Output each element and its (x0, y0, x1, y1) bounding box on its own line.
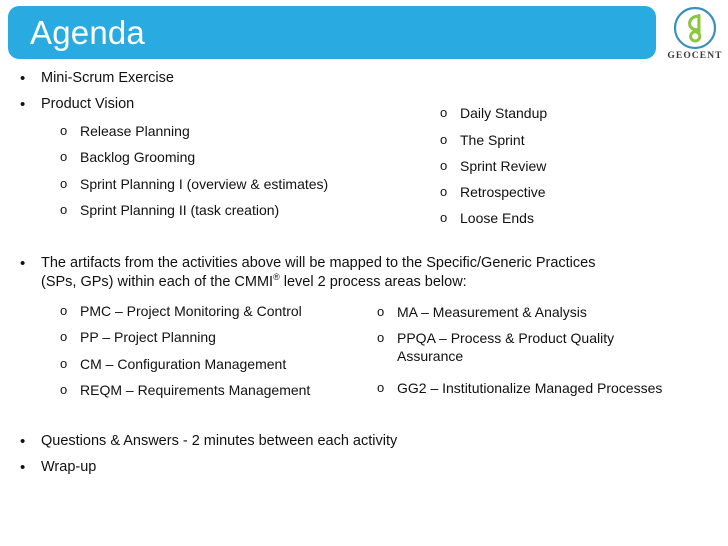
title-banner: Agenda (8, 6, 656, 59)
list-item-label: The Sprint (460, 132, 525, 148)
sub-bullet-marker: o (377, 380, 385, 395)
sub-bullet-marker: o (440, 210, 448, 225)
slide-canvas: Agenda GEOCENT • Mini-Scrum Exercise • P… (0, 0, 728, 546)
artifacts-text-tail: level 2 process areas below: (279, 274, 467, 290)
list-item-label: MA – Measurement & Analysis (397, 304, 587, 320)
bullet-questions-answers: • Questions & Answers - 2 minutes betwee… (20, 432, 620, 451)
sub-bullet-marker: o (60, 303, 68, 318)
list-item-process-area-left-2: o CM – Configuration Management (60, 355, 370, 373)
list-item-label: PPQA – Process & Product Quality Assuran… (397, 330, 615, 364)
sub-bullet-marker: o (440, 184, 448, 199)
list-item-activity-right-2: o Sprint Review (440, 157, 710, 175)
list-item-label: Daily Standup (460, 105, 548, 121)
sub-bullet-marker: o (60, 382, 68, 397)
list-item-process-area-right-1: o PPQA – Process & Product Quality Assur… (377, 329, 667, 365)
list-item-process-area-right-0: o MA – Measurement & Analysis (377, 303, 722, 321)
bullet-marker: • (20, 96, 26, 113)
bullet-wrap-up: • Wrap-up (20, 458, 620, 477)
list-item-label: CM – Configuration Management (80, 356, 287, 372)
logo-wordmark: GEOCENT (667, 51, 723, 61)
list-item-activity-right-4: o Loose Ends (440, 209, 710, 227)
list-item-label: GG2 – Institutionalize Managed Processes (397, 380, 663, 396)
sub-bullet-marker: o (60, 356, 68, 371)
list-item-activity-left-0: o Release Planning (60, 122, 380, 140)
list-item-label: Sprint Review (460, 158, 547, 174)
bullet-marker: • (20, 433, 26, 450)
sub-bullet-marker: o (440, 132, 448, 147)
sub-bullet-marker: o (377, 330, 385, 345)
list-item-label: REQM – Requirements Management (80, 382, 311, 398)
list-item-label: Sprint Planning I (overview & estimates) (80, 176, 329, 192)
sub-bullet-marker: o (60, 149, 68, 164)
list-item-activity-left-2: o Sprint Planning I (overview & estimate… (60, 175, 390, 193)
list-item-activity-left-3: o Sprint Planning II (task creation) (60, 201, 390, 219)
list-item-label: Loose Ends (460, 210, 534, 226)
list-item-label: Sprint Planning II (task creation) (80, 202, 280, 218)
list-item-label: Retrospective (460, 184, 546, 200)
sub-bullet-marker: o (60, 123, 68, 138)
list-item-label: Release Planning (80, 123, 190, 139)
list-item-process-area-right-2: o GG2 – Institutionalize Managed Process… (377, 379, 722, 397)
bullet-artifacts: • The artifacts from the activities abov… (20, 254, 630, 292)
list-item-process-area-left-3: o REQM – Requirements Management (60, 381, 370, 399)
brand-logo: GEOCENT (664, 3, 726, 71)
bullet-marker: • (20, 255, 26, 272)
bullet-mini-scrum: • Mini-Scrum Exercise (20, 69, 380, 88)
geocent-logo-icon (673, 6, 717, 50)
sub-bullet-marker: o (440, 105, 448, 120)
sub-bullet-marker: o (60, 202, 68, 217)
registered-trademark-symbol: ® (273, 272, 280, 283)
sub-bullet-marker: o (440, 158, 448, 173)
list-item-process-area-left-0: o PMC – Project Monitoring & Control (60, 302, 370, 320)
list-item-activity-left-1: o Backlog Grooming (60, 148, 380, 166)
bullet-label: Product Vision (41, 96, 135, 112)
bullet-product-vision: • Product Vision (20, 95, 380, 114)
sub-bullet-marker: o (377, 304, 385, 319)
sub-bullet-marker: o (60, 329, 68, 344)
list-item-label: Backlog Grooming (80, 149, 196, 165)
list-item-label: PP – Project Planning (80, 329, 216, 345)
sub-bullet-marker: o (60, 176, 68, 191)
page-title: Agenda (30, 14, 145, 51)
list-item-label: PMC – Project Monitoring & Control (80, 303, 302, 319)
list-item-process-area-left-1: o PP – Project Planning (60, 328, 370, 346)
bullet-marker: • (20, 459, 26, 476)
bullet-label: Questions & Answers - 2 minutes between … (41, 433, 398, 449)
list-item-activity-right-1: o The Sprint (440, 131, 710, 149)
bullet-label: The artifacts from the activities above … (41, 254, 630, 292)
bullet-marker: • (20, 70, 26, 87)
list-item-activity-right-3: o Retrospective (440, 183, 710, 201)
list-item-activity-right-0: o Daily Standup (440, 104, 710, 122)
bullet-label: Wrap-up (41, 459, 97, 475)
bullet-label: Mini-Scrum Exercise (41, 70, 174, 86)
